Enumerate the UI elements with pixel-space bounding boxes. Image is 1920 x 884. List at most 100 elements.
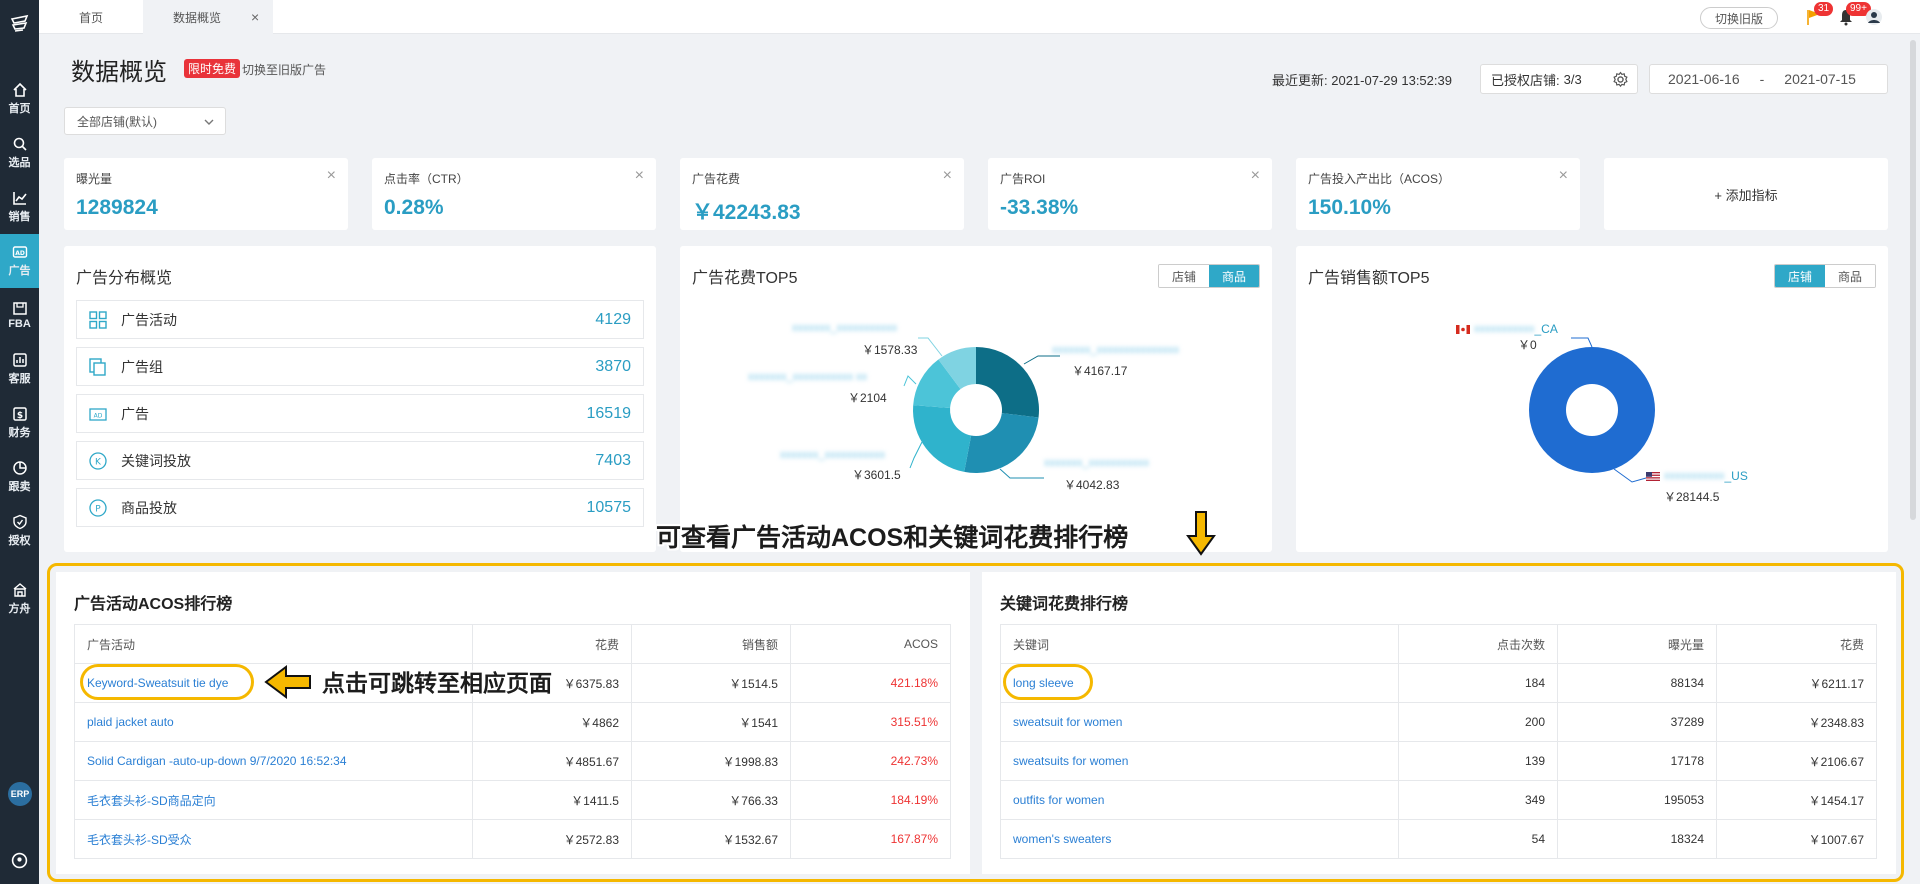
sidebar-item-label: 广告 [8,265,31,277]
close-icon[interactable]: × [943,167,952,185]
metric-value: -33.38% [1000,196,1079,219]
dist-label: 广告活动 [121,311,177,328]
gear-icon[interactable] [1612,71,1629,88]
sidebar-item-label: 授权 [8,535,31,547]
cell-spend: ￥1007.67 [1716,819,1877,859]
sidebar-item-finance[interactable]: $ 财务 [0,396,39,450]
blurred-product-name: xxxxxxx_xxxxxxxxxxx [780,449,886,461]
keyword-link[interactable]: sweatsuit for women [1000,702,1399,742]
keyword-link[interactable]: women's sweaters [1000,819,1399,859]
metric-value: ￥42243.83 [692,201,801,224]
campaign-link[interactable]: plaid jacket auto [74,702,473,742]
cell-sales: ￥1532.67 [631,819,791,859]
donut-slice[interactable] [964,413,1039,473]
last-update-label: 最近更新: [1272,73,1328,88]
arrow-left-icon [264,665,311,699]
pie-label: ￥3601.5 [852,468,901,482]
sidebar-item-label: 方舟 [8,603,31,615]
sidebar-item-follow[interactable]: 跟卖 [0,450,39,504]
page-scrollbar[interactable] [1910,40,1916,520]
date-to[interactable]: 2021-07-15 [1784,71,1856,87]
store-select[interactable]: 全部店铺(默认) [64,107,226,135]
cell-spend: ￥4862 [472,702,632,742]
campaign-link[interactable]: 毛衣套头衫-SD受众 [74,819,473,859]
cell-spend: ￥4851.67 [472,741,632,781]
dist-row-product-targeting[interactable]: P 商品投放 10575 [76,488,644,527]
table-title: 关键词花费排行榜 [1000,596,1129,613]
store-suffix: _US [1724,469,1748,483]
cell-impressions: 17178 [1557,741,1717,781]
sidebar-item-fba[interactable]: FBA [0,288,39,342]
dist-row-ad-groups[interactable]: 广告组 3870 [76,347,644,386]
cell-impressions: 18324 [1557,819,1717,859]
dist-row-campaigns[interactable]: 广告活动 4129 [76,300,644,339]
cell-spend: ￥2106.67 [1716,741,1877,781]
date-range-picker[interactable]: 2021-06-16 - 2021-07-15 [1649,64,1888,94]
keyword-link[interactable]: outfits for women [1000,780,1399,820]
table-row: Solid Cardigan -auto-up-down 9/7/2020 16… [74,741,951,781]
shield-icon [12,514,27,530]
cell-sales: ￥766.33 [631,780,791,820]
column-header: 曝光量 [1557,624,1717,664]
campaign-link[interactable]: Solid Cardigan -auto-up-down 9/7/2020 16… [74,741,473,781]
last-update-value: 2021-07-29 13:52:39 [1331,73,1452,88]
donut-slice[interactable] [1529,347,1655,473]
column-header: 点击次数 [1398,624,1558,664]
ad-distribution-panel: 广告分布概览 广告活动 4129 广告组 3870 AD 广告 16519 K … [64,246,656,552]
ad-icon: AD [87,403,109,425]
cell-clicks: 139 [1398,741,1558,781]
dist-row-keyword-targeting[interactable]: K 关键词投放 7403 [76,441,644,480]
user-circle-icon[interactable] [11,852,28,872]
table-row: plaid jacket auto ￥4862 ￥1541 315.51% [74,702,951,742]
canada-flag-icon [1456,324,1470,334]
close-icon[interactable]: × [1251,167,1260,185]
close-icon[interactable]: × [251,9,259,25]
sales-label-ca: xxxxxxxxxxx _CA [1456,322,1558,336]
sidebar-item-label: FBA [8,318,31,330]
close-icon[interactable]: × [1559,167,1568,185]
bell-notification[interactable]: 99+ [1836,2,1871,28]
flag-notification[interactable]: 31 [1804,2,1834,28]
sidebar-item-selection[interactable]: 选品 [0,126,39,180]
tab-home[interactable]: 首页 [39,0,143,34]
annotation-banner: 可查看广告活动ACOS和关键词花费排行榜 [656,524,1129,552]
sidebar-item-home[interactable]: 首页 [0,72,39,126]
user-avatar[interactable] [1864,6,1884,28]
donut-slice[interactable] [976,347,1039,418]
campaign-link[interactable]: 毛衣套头衫-SD商品定向 [74,780,473,820]
app-logo[interactable] [0,0,39,48]
add-metric-button[interactable]: + 添加指标 [1604,158,1888,230]
dist-row-ads[interactable]: AD 广告 16519 [76,394,644,433]
authorized-stores[interactable]: 已授权店铺: 3/3 [1480,64,1638,94]
switch-old-version-button[interactable]: 切换旧版 [1699,7,1778,29]
dist-label: 广告 [121,405,149,422]
cell-spend: ￥2572.83 [472,819,632,859]
sidebar-item-label: 财务 [8,427,31,439]
pie-icon [12,461,27,475]
sidebar-item-ads[interactable]: AD 广告 [0,234,39,288]
donut-slice[interactable] [913,405,972,472]
sidebar-item-auth[interactable]: 授权 [0,504,39,558]
sidebar-item-label: 首页 [8,103,31,115]
dist-value: 3870 [595,357,631,375]
tab-data-overview[interactable]: 数据概览 × [143,0,273,34]
spend-top5-panel: 广告花费TOP5 店铺 商品 xxxxxxx_xxxxxxxxxxx ￥1578… [680,246,1272,552]
erp-badge[interactable]: ERP [8,782,32,806]
switch-old-ads-link[interactable]: 切换至旧版广告 [242,61,326,78]
sidebar-item-service[interactable]: 客服 [0,342,39,396]
dist-value: 7403 [595,451,631,469]
sidebar-item-ark[interactable]: 方舟 [0,572,39,626]
keyword-link[interactable]: sweatsuits for women [1000,741,1399,781]
metric-card-ctr: 点击率（CTR） × 0.28% [372,158,656,230]
ark-icon [13,583,26,597]
cell-sales: ￥1514.5 [631,663,791,703]
sidebar-item-sales[interactable]: 销售 [0,180,39,234]
store-select-value: 全部店铺(默认) [77,114,157,129]
date-from[interactable]: 2021-06-16 [1668,71,1740,87]
service-icon [12,353,27,367]
cell-impressions: 37289 [1557,702,1717,742]
close-icon[interactable]: × [635,167,644,185]
home-icon [12,82,27,97]
close-icon[interactable]: × [327,167,336,185]
tab-home-label: 首页 [78,10,103,25]
